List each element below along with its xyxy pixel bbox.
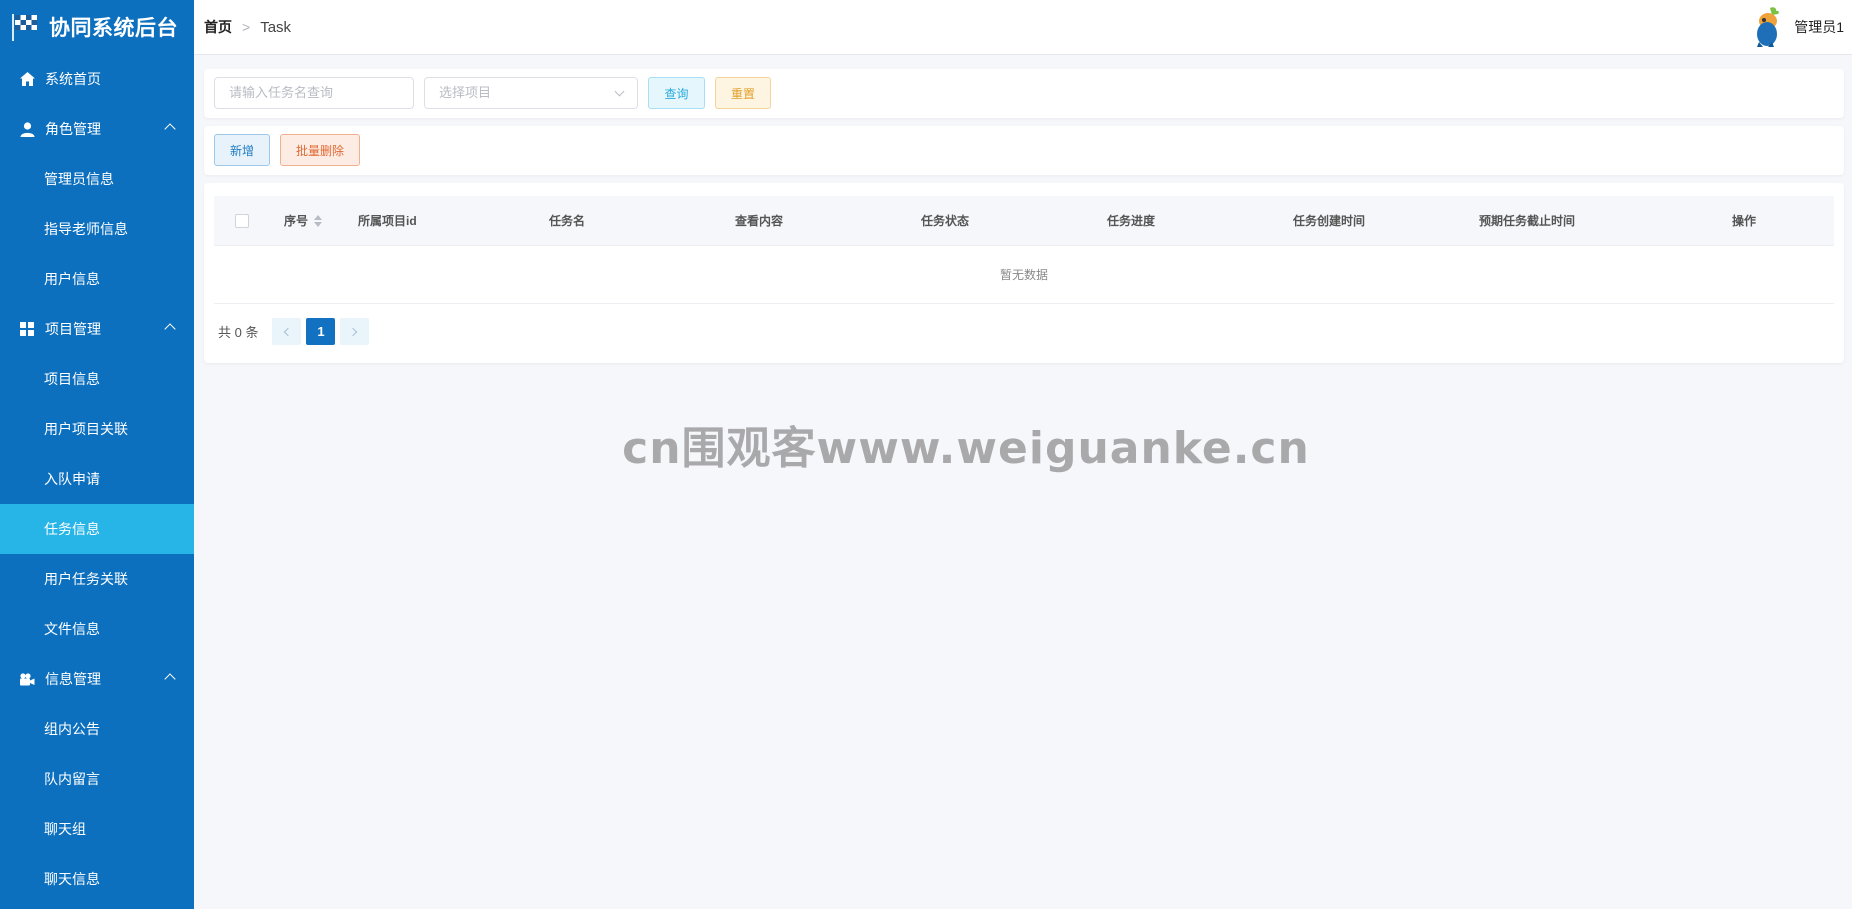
sidebar-item-label: 聊天组 (44, 821, 86, 837)
sidebar-item-label: 信息管理 (45, 671, 101, 687)
reset-button[interactable]: 重置 (715, 77, 771, 109)
sidebar-item-file-info[interactable]: 文件信息 (0, 604, 194, 654)
column-header-task-progress: 任务进度 (1107, 214, 1156, 228)
task-name-search-input[interactable]: 请输入任务名查询 (214, 77, 414, 109)
task-table-card: 序号 所属项目id 任务名 查看内容 任务状态 任务进度 任务创建时间 预期任务… (204, 183, 1844, 363)
sidebar-item-label: 组内公告 (44, 721, 100, 737)
breadcrumb-home[interactable]: 首页 (204, 17, 232, 37)
chevron-up-icon (164, 123, 176, 135)
page-number-button[interactable]: 1 (306, 318, 336, 345)
sidebar-item-teacher-info[interactable]: 指导老师信息 (0, 204, 194, 254)
sidebar-item-project-info[interactable]: 项目信息 (0, 354, 194, 404)
batch-delete-button[interactable]: 批量删除 (280, 134, 360, 166)
home-icon (19, 71, 35, 87)
watermark: cn围观客www.weiguanke.cn (622, 423, 1310, 474)
sidebar-item-group-notice[interactable]: 组内公告 (0, 704, 194, 754)
column-header-created-time: 任务创建时间 (1293, 214, 1366, 228)
sidebar-item-chat-group[interactable]: 聊天组 (0, 804, 194, 854)
empty-data-text: 暂无数据 (214, 246, 1834, 304)
sidebar-group-roles[interactable]: 角色管理 (0, 104, 194, 154)
sidebar-item-label: 管理员信息 (44, 171, 114, 187)
sidebar-item-label: 系统首页 (45, 71, 101, 87)
operation-bar: 新增 批量删除 (204, 126, 1844, 175)
column-header-task-status: 任务状态 (921, 214, 970, 228)
select-all-checkbox[interactable] (235, 214, 249, 228)
sidebar-group-projects[interactable]: 项目管理 (0, 304, 194, 354)
add-button[interactable]: 新增 (214, 134, 270, 166)
sidebar-item-label: 队内留言 (44, 771, 100, 787)
sidebar-item-chat-info[interactable]: 聊天信息 (0, 854, 194, 904)
chevron-left-icon (284, 327, 293, 336)
column-header-deadline: 预期任务截止时间 (1479, 214, 1576, 228)
breadcrumb: 首页 > Task (204, 17, 291, 37)
user-menu[interactable]: 管理员1 (1748, 6, 1844, 48)
sidebar-item-label: 任务信息 (44, 521, 100, 537)
sidebar-menu: 系统首页 角色管理 管理员信息 指导老师信息 用户信息 项目管理 项目信息 用户… (0, 54, 194, 904)
column-header-project-id: 所属项目id (358, 214, 417, 228)
flag-logo-icon (12, 14, 37, 41)
project-select[interactable]: 选择项目 (424, 77, 638, 109)
top-header: 首页 > Task 管理员1 (194, 0, 1852, 55)
column-header-task-name: 任务名 (549, 214, 586, 228)
sidebar-group-info[interactable]: 信息管理 (0, 654, 194, 704)
column-header-index[interactable]: 序号 (284, 196, 322, 246)
sidebar-item-label: 项目管理 (45, 321, 101, 337)
sidebar-item-label: 文件信息 (44, 621, 100, 637)
next-page-button[interactable] (340, 318, 370, 345)
camera-icon (19, 671, 35, 687)
sort-icon[interactable] (314, 215, 322, 227)
table-header: 序号 所属项目id 任务名 查看内容 任务状态 任务进度 任务创建时间 预期任务… (214, 196, 1834, 246)
chevron-right-icon (349, 327, 358, 336)
sidebar-item-label: 用户任务关联 (44, 571, 128, 587)
sidebar-item-admin-info[interactable]: 管理员信息 (0, 154, 194, 204)
pagination-total: 共 0 条 (218, 325, 259, 340)
column-label: 序号 (284, 214, 309, 228)
prev-page-button[interactable] (272, 318, 302, 345)
query-button[interactable]: 查询 (648, 77, 705, 109)
sidebar-item-user-task[interactable]: 用户任务关联 (0, 554, 194, 604)
search-bar: 请输入任务名查询 选择项目 查询 重置 (204, 69, 1844, 118)
logo[interactable]: 协同系统后台 (0, 0, 194, 54)
user-icon (19, 121, 35, 137)
column-header-view-content: 查看内容 (735, 214, 784, 228)
grid-icon (19, 321, 35, 337)
chevron-up-icon (164, 673, 176, 685)
sidebar-item-label: 项目信息 (44, 371, 100, 387)
sidebar-item-user-info[interactable]: 用户信息 (0, 254, 194, 304)
sidebar-item-task-info[interactable]: 任务信息 (0, 504, 194, 554)
sidebar-item-label: 用户信息 (44, 271, 100, 287)
project-select-placeholder: 选择项目 (439, 85, 492, 100)
sidebar-item-label: 角色管理 (45, 121, 101, 137)
avatar (1757, 7, 1780, 47)
app-title: 协同系统后台 (49, 17, 178, 40)
chevron-up-icon (164, 323, 176, 335)
sidebar-item-team-message[interactable]: 队内留言 (0, 754, 194, 804)
sidebar-item-label: 聊天信息 (44, 871, 100, 887)
breadcrumb-separator-icon: > (242, 19, 251, 35)
pagination: 共 0 条 1 (218, 318, 374, 345)
sidebar-item-label: 指导老师信息 (44, 221, 128, 237)
chevron-down-icon (614, 86, 625, 97)
column-header-actions: 操作 (1732, 214, 1757, 228)
user-name: 管理员1 (1794, 19, 1844, 35)
sidebar-item-home[interactable]: 系统首页 (0, 54, 194, 104)
breadcrumb-current: Task (260, 18, 292, 36)
